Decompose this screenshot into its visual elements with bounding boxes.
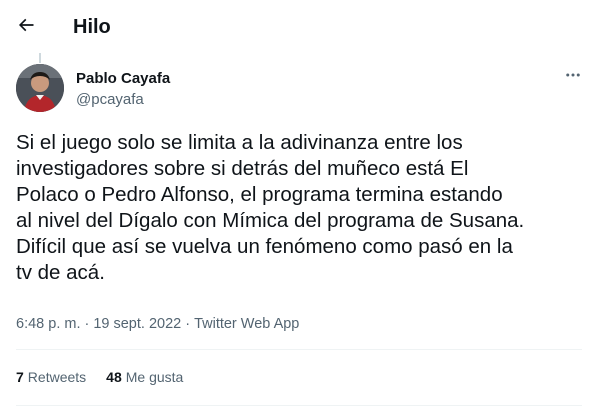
back-button[interactable]	[8, 9, 44, 45]
meta-separator: ·	[185, 316, 191, 332]
more-horizontal-icon	[564, 66, 582, 89]
author-name[interactable]: Pablo Cayafa	[76, 70, 170, 88]
meta-separator: ·	[84, 316, 90, 332]
tweet-time[interactable]: 6:48 p. m.	[16, 316, 80, 332]
more-options-button[interactable]	[558, 64, 588, 90]
tweet-stats: 7 Retweets 48 Me gusta	[16, 367, 203, 387]
author-handle[interactable]: @pcayafa	[76, 91, 144, 109]
likes-count: 48	[106, 369, 122, 385]
thread-header: Hilo	[0, 0, 598, 53]
tweet-source[interactable]: Twitter Web App	[194, 316, 299, 332]
tweet-date[interactable]: 19 sept. 2022	[93, 316, 181, 332]
likes-label: Me gusta	[125, 369, 184, 385]
likes-stat[interactable]: 48 Me gusta	[106, 367, 183, 387]
retweets-stat[interactable]: 7 Retweets	[16, 367, 86, 387]
arrow-left-icon	[16, 15, 36, 40]
page-title: Hilo	[73, 16, 111, 38]
divider	[16, 349, 582, 350]
retweets-count: 7	[16, 369, 24, 385]
tweet-metadata: 6:48 p. m. · 19 sept. 2022 · Twitter Web App	[16, 314, 299, 334]
tweet-text: Si el juego solo se limita a la adivinan…	[16, 131, 525, 284]
avatar[interactable]	[16, 64, 64, 112]
thread-connector-line	[39, 53, 41, 63]
retweets-label: Retweets	[27, 369, 87, 385]
